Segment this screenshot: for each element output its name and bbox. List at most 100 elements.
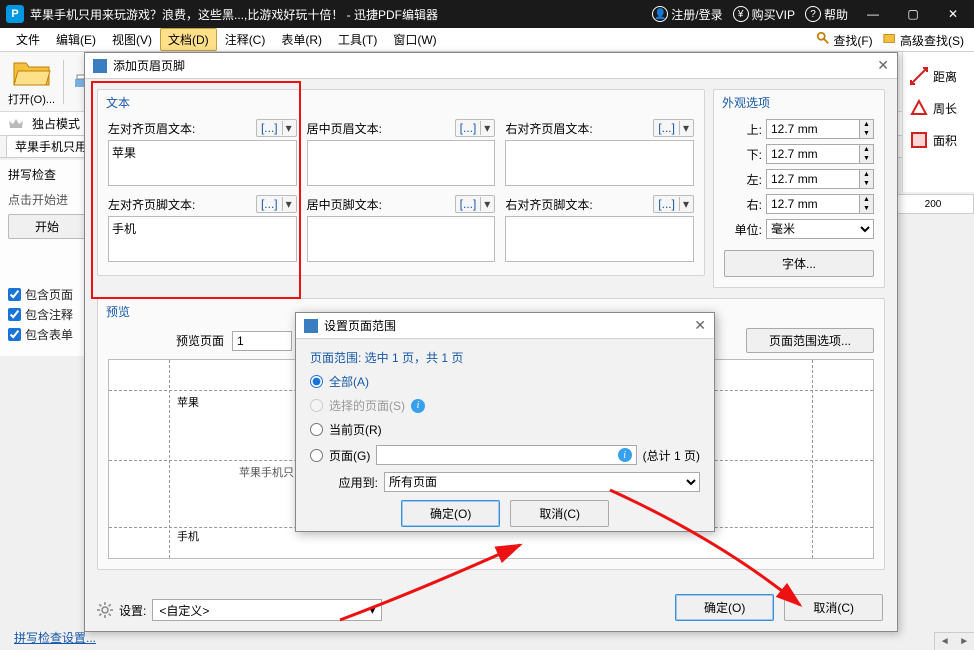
dialog-title: 添加页眉页脚 xyxy=(113,57,185,74)
range-pages-radio[interactable] xyxy=(310,449,323,462)
info-icon[interactable]: i xyxy=(411,399,425,413)
footer-center-input[interactable] xyxy=(307,216,496,262)
menu-comment[interactable]: 注释(C) xyxy=(217,28,274,51)
header-right-macro-button[interactable]: [...]▾ xyxy=(653,119,694,137)
header-center-macro-button[interactable]: [...]▾ xyxy=(455,119,496,137)
preview-page-input[interactable] xyxy=(232,331,292,351)
ruler-value: 200 xyxy=(892,194,974,214)
area-tool[interactable]: 面积 xyxy=(903,124,974,156)
footer-center-label: 居中页脚文本: xyxy=(307,196,382,213)
doc-tab[interactable]: 苹果手机只用 xyxy=(6,135,96,157)
unit-select[interactable]: 毫米 xyxy=(766,219,874,239)
menu-file[interactable]: 文件 xyxy=(8,28,48,51)
gear-icon xyxy=(97,602,113,618)
header-left-input[interactable]: 苹果 xyxy=(108,140,297,186)
vip-label: 购买VIP xyxy=(752,6,795,23)
margin-bottom-label: 下: xyxy=(724,146,762,163)
window-title: 苹果手机只用来玩游戏？浪费，这些黑...,比游戏好玩十倍！ - 迅捷PDF编辑器 xyxy=(30,6,652,23)
margin-right-input[interactable]: ▲▼ xyxy=(766,194,874,214)
maximize-button[interactable]: ▢ xyxy=(898,7,928,21)
header-center-input[interactable] xyxy=(307,140,496,186)
range-selected-radio xyxy=(310,399,323,412)
footer-center-macro-button[interactable]: [...]▾ xyxy=(455,195,496,213)
header-left-macro-button[interactable]: [...]▾ xyxy=(256,119,297,137)
footer-left-label: 左对齐页脚文本: xyxy=(108,196,195,213)
titlebar: P 苹果手机只用来玩游戏？浪费，这些黑...,比游戏好玩十倍！ - 迅捷PDF编… xyxy=(0,0,974,28)
unit-label: 单位: xyxy=(724,221,762,238)
close-button[interactable]: ✕ xyxy=(938,7,968,21)
dialog-cancel-button[interactable]: 取消(C) xyxy=(784,594,883,621)
range-all-radio[interactable] xyxy=(310,375,323,388)
perimeter-tool[interactable]: 周长 xyxy=(903,92,974,124)
text-group-title: 文本 xyxy=(106,94,694,111)
margin-left-input[interactable]: ▲▼ xyxy=(766,169,874,189)
adv-find-button[interactable]: 高级查找(S) xyxy=(883,31,964,49)
page-range-options-button[interactable]: 页面范围选项... xyxy=(746,328,874,353)
perimeter-icon xyxy=(909,98,929,118)
menu-document[interactable]: 文档(D) xyxy=(160,28,217,51)
login-label: 注册/登录 xyxy=(671,6,722,23)
spell-hint: 点击开始进 xyxy=(8,191,86,208)
footer-right-input[interactable] xyxy=(505,216,694,262)
monopoly-label[interactable]: 独占模式 xyxy=(32,115,80,132)
include-page-label: 包含页面 xyxy=(25,286,73,303)
dialog2-icon xyxy=(304,319,318,333)
range-current-radio[interactable] xyxy=(310,423,323,436)
settings-combo[interactable]: <自定义>▾ xyxy=(152,599,382,621)
crown-icon xyxy=(8,116,24,132)
include-comment-label: 包含注释 xyxy=(25,306,73,323)
dialog-ok-button[interactable]: 确定(O) xyxy=(675,594,774,621)
info-icon-2[interactable]: i xyxy=(618,448,632,462)
footer-right-macro-button[interactable]: [...]▾ xyxy=(653,195,694,213)
include-page-check[interactable] xyxy=(8,288,21,301)
dialog-close-button[interactable]: ✕ xyxy=(877,57,889,74)
folder-search-icon xyxy=(883,31,897,45)
dialog2-close-button[interactable]: ✕ xyxy=(694,317,706,334)
spell-start-button[interactable]: 开始 xyxy=(8,214,86,239)
margin-left-label: 左: xyxy=(724,171,762,188)
menu-window[interactable]: 窗口(W) xyxy=(385,28,444,51)
area-icon xyxy=(909,130,929,150)
menu-form[interactable]: 表单(R) xyxy=(273,28,330,51)
scroll-left[interactable]: ◄ xyxy=(935,636,955,647)
measure-panel: 距离 周长 面积 xyxy=(902,52,974,192)
preview-footer-left: 手机 xyxy=(177,528,199,544)
preview-body: 苹果手机只 xyxy=(239,464,294,480)
menu-tool[interactable]: 工具(T) xyxy=(330,28,385,51)
include-comment-check[interactable] xyxy=(8,308,21,321)
header-right-input[interactable] xyxy=(505,140,694,186)
separator xyxy=(63,60,64,104)
login-button[interactable]: 👤注册/登录 xyxy=(652,6,722,23)
scroll-right[interactable]: ► xyxy=(955,636,974,647)
buy-vip-button[interactable]: ¥购买VIP xyxy=(733,6,795,23)
help-button[interactable]: ?帮助 xyxy=(805,6,848,23)
help-label: 帮助 xyxy=(824,6,848,23)
include-form-check[interactable] xyxy=(8,328,21,341)
dialog-icon xyxy=(93,59,107,73)
margin-bottom-input[interactable]: ▲▼ xyxy=(766,144,874,164)
open-button[interactable]: 打开(O)... xyxy=(8,57,55,107)
apply-to-select[interactable]: 所有页面 xyxy=(384,472,700,492)
appearance-group: 外观选项 上:▲▼ 下:▲▼ 左:▲▼ 右:▲▼ 单位:毫米 字体... xyxy=(713,89,885,288)
header-center-label: 居中页眉文本: xyxy=(307,120,382,137)
menu-edit[interactable]: 编辑(E) xyxy=(48,28,104,51)
distance-tool[interactable]: 距离 xyxy=(903,60,974,92)
settings-row: 设置: <自定义>▾ xyxy=(97,599,382,621)
font-button[interactable]: 字体... xyxy=(724,250,874,277)
footer-left-input[interactable]: 手机 xyxy=(108,216,297,262)
include-form-label: 包含表单 xyxy=(25,326,73,343)
minimize-button[interactable]: — xyxy=(858,7,888,21)
spellcheck-panel: 拼写检查 点击开始进 开始 包含页面 包含注释 包含表单 xyxy=(0,160,95,356)
appearance-title: 外观选项 xyxy=(722,94,874,111)
dialog2-cancel-button[interactable]: 取消(C) xyxy=(510,500,609,527)
range-selected-label: 选择的页面(S) xyxy=(329,397,405,414)
pages-input[interactable]: i xyxy=(376,445,636,465)
menu-view[interactable]: 视图(V) xyxy=(104,28,160,51)
footer-left-macro-button[interactable]: [...]▾ xyxy=(256,195,297,213)
adv-find-label: 高级查找(S) xyxy=(900,34,964,48)
dialog2-ok-button[interactable]: 确定(O) xyxy=(401,500,500,527)
range-current-label: 当前页(R) xyxy=(329,421,382,438)
open-label: 打开(O)... xyxy=(8,91,55,107)
margin-top-input[interactable]: ▲▼ xyxy=(766,119,874,139)
find-button[interactable]: 查找(F) xyxy=(816,31,873,49)
